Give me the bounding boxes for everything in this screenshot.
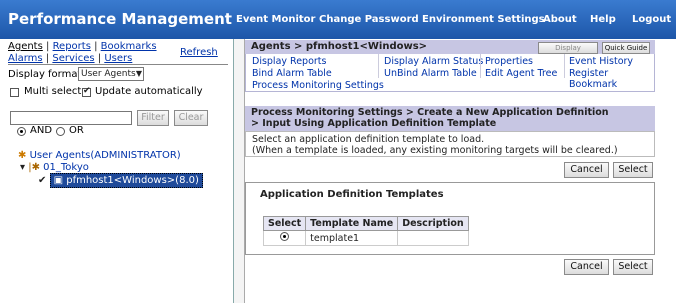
nav-about[interactable]: About — [543, 14, 577, 25]
tab-services[interactable]: Services — [52, 53, 94, 64]
refresh-link[interactable]: Refresh — [180, 47, 218, 58]
col-template-name: Template Name — [305, 216, 399, 231]
grid-divider — [564, 54, 565, 78]
filter-button[interactable]: Filter — [137, 110, 169, 126]
link-unbind-alarm-table[interactable]: UnBind Alarm Table — [384, 68, 477, 79]
breadcrumb-line1: Process Monitoring Settings > Create a N… — [251, 107, 609, 118]
link-properties[interactable]: Properties — [485, 56, 533, 67]
display-format-select[interactable]: User Agents ▼ — [78, 67, 144, 81]
agents-tree-icon: ✱ — [18, 150, 27, 161]
tree-host-row[interactable]: ✔ ▣ pfmhost1<Windows>(8.0) — [38, 173, 203, 188]
link-display-alarm-status[interactable]: Display Alarm Status — [384, 56, 483, 67]
and-radio[interactable] — [17, 127, 26, 136]
clear-button[interactable]: Clear — [174, 110, 208, 126]
tab-agents[interactable]: Agents — [8, 41, 43, 52]
tree-root-label: User Agents(ADMINISTRATOR) — [29, 150, 181, 161]
tab-users[interactable]: Users — [104, 53, 132, 64]
table-header-row: Select Template Name Description — [262, 216, 469, 231]
description-cell — [397, 230, 469, 246]
instructions-line1: Select an application definition templat… — [252, 134, 485, 145]
or-radio[interactable] — [56, 127, 65, 136]
update-automatically-checkbox[interactable]: ✔ — [82, 86, 91, 97]
pane-splitter[interactable] — [234, 39, 245, 303]
nav-event-monitor[interactable]: Event Monitor — [236, 14, 315, 25]
link-process-monitoring-settings[interactable]: Process Monitoring Settings — [252, 80, 384, 91]
col-description: Description — [397, 216, 469, 231]
template-radio[interactable] — [280, 232, 290, 241]
nav-logout[interactable]: Logout — [632, 14, 671, 25]
grid-divider — [480, 54, 481, 78]
filter-input[interactable] — [10, 111, 132, 125]
select-button-bottom[interactable]: Select — [613, 259, 653, 275]
check-icon: ✔ — [38, 175, 47, 186]
folder-icon: |✱ — [28, 162, 40, 173]
left-pane: Agents | Reports | Bookmarks Alarms | Se… — [0, 39, 234, 303]
table-row: template1 — [262, 230, 469, 246]
templates-box: Application Definition Templates Select … — [245, 182, 655, 255]
check-mark-icon: ✔ — [83, 86, 91, 96]
display-summary-button[interactable]: Display Summary — [538, 42, 598, 62]
top-nav-bar: Performance Management Event Monitor Cha… — [0, 0, 676, 39]
nav-environment-settings[interactable]: Environment Settings — [422, 14, 545, 25]
cancel-button-bottom[interactable]: Cancel — [564, 259, 609, 275]
left-tabs: Agents | Reports | Bookmarks Alarms | Se… — [8, 41, 157, 64]
tree-group-label: 01_Tokyo — [43, 162, 89, 173]
templates-table: Select Template Name Description templat… — [262, 216, 469, 246]
multi-select-checkbox[interactable] — [10, 88, 19, 97]
multi-select-label: Multi select — [24, 86, 82, 97]
update-automatically-label: Update automatically — [95, 86, 203, 97]
agent-actions-grid: Display Reports Display Alarm Status Pro… — [245, 54, 655, 92]
or-label: OR — [69, 125, 84, 136]
nav-change-password[interactable]: Change Password — [319, 14, 419, 25]
link-display-reports[interactable]: Display Reports — [252, 56, 326, 67]
link-register-bookmark[interactable]: Register Bookmark — [569, 68, 654, 90]
display-format-label: Display format — [8, 69, 82, 80]
tree-group[interactable]: ▾ |✱ 01_Tokyo — [20, 162, 89, 173]
tabs-divider — [8, 64, 228, 65]
host-icon: ▣ — [53, 175, 64, 186]
select-button-top[interactable]: Select — [613, 162, 653, 178]
chevron-down-icon: ▼ — [135, 69, 142, 78]
instructions-box: Select an application definition templat… — [245, 131, 655, 157]
main-panel: Agents > pfmhost1<Windows> Display Summa… — [245, 39, 676, 303]
quick-guide-button[interactable]: Quick Guide — [602, 42, 650, 54]
cancel-button-top[interactable]: Cancel — [564, 162, 609, 178]
instructions-line2: (When a template is loaded, any existing… — [252, 145, 618, 156]
app-title: Performance Management — [8, 10, 232, 28]
template-name-cell: template1 — [305, 230, 399, 246]
link-bind-alarm-table[interactable]: Bind Alarm Table — [252, 68, 332, 79]
agent-header-title: Agents > pfmhost1<Windows> — [251, 41, 428, 52]
breadcrumb-line2: > Input Using Application Definition Tem… — [251, 118, 497, 129]
link-edit-agent-tree[interactable]: Edit Agent Tree — [485, 68, 557, 79]
row-select-cell — [262, 230, 307, 246]
col-select: Select — [262, 216, 307, 231]
collapse-icon: ▾ — [20, 162, 26, 173]
grid-divider — [378, 54, 379, 78]
tree-host-label: pfmhost1<Windows>(8.0) — [66, 175, 199, 186]
nav-help[interactable]: Help — [590, 14, 616, 25]
breadcrumb: Process Monitoring Settings > Create a N… — [245, 106, 655, 131]
tree-root[interactable]: ✱ User Agents(ADMINISTRATOR) — [18, 150, 181, 161]
tab-reports[interactable]: Reports — [53, 41, 91, 52]
tree-host-selected[interactable]: ▣ pfmhost1<Windows>(8.0) — [49, 173, 203, 188]
tab-bookmarks[interactable]: Bookmarks — [101, 41, 157, 52]
and-label: AND — [30, 125, 53, 136]
display-format-value: User Agents — [81, 69, 136, 79]
templates-title: Application Definition Templates — [260, 189, 444, 200]
link-event-history[interactable]: Event History — [569, 56, 633, 67]
tab-alarms[interactable]: Alarms — [8, 53, 43, 64]
